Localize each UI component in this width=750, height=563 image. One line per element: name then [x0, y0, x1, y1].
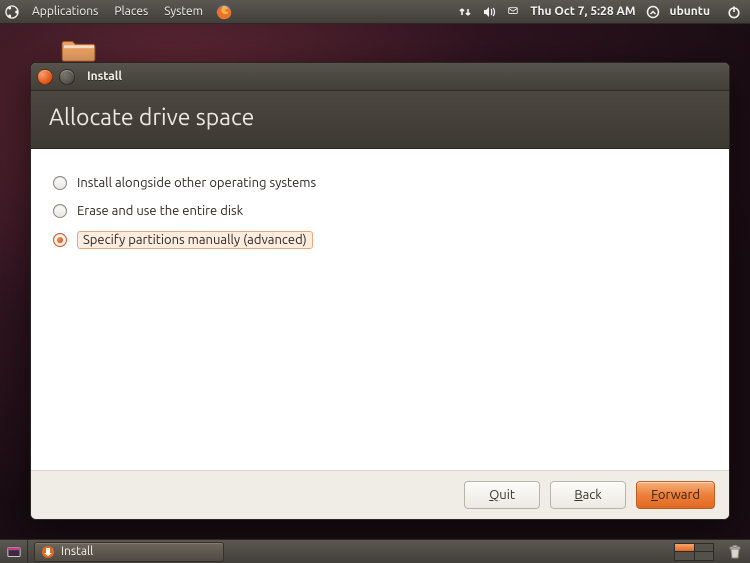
forward-button[interactable]: Forward [636, 481, 715, 509]
page-heading: Allocate drive space [31, 91, 729, 149]
window-titlebar[interactable]: Install [31, 63, 729, 91]
install-window: Install Allocate drive space Install alo… [30, 62, 730, 520]
install-app-icon [41, 545, 55, 559]
radio-icon[interactable] [53, 204, 67, 218]
menu-system[interactable]: System [156, 5, 211, 18]
workspace-switcher[interactable] [674, 543, 714, 561]
radio-icon[interactable] [53, 176, 67, 190]
window-title: Install [81, 70, 122, 83]
top-panel: Applications Places System Thu Oct 7, 5:… [0, 0, 750, 24]
mail-icon[interactable] [506, 5, 520, 19]
option-label: Erase and use the entire disk [77, 203, 243, 219]
session-icon[interactable] [646, 5, 660, 19]
ubuntu-logo-icon[interactable] [0, 0, 24, 24]
workspace-4[interactable] [695, 552, 714, 560]
window-close-button[interactable] [37, 69, 53, 85]
quit-button[interactable]: Quit [464, 481, 540, 509]
volume-icon[interactable] [482, 5, 496, 19]
workspace-1[interactable] [675, 544, 694, 552]
workspace-3[interactable] [675, 552, 694, 560]
taskbar-item-install[interactable]: Install [34, 542, 224, 562]
show-desktop-button[interactable] [0, 540, 28, 563]
clock[interactable]: Thu Oct 7, 5:28 AM [530, 5, 635, 18]
bottom-panel: Install [0, 539, 750, 563]
user-name[interactable]: ubuntu [670, 5, 710, 18]
radio-icon[interactable] [53, 233, 67, 247]
back-button[interactable]: Back [550, 481, 626, 509]
window-minimize-button[interactable] [59, 69, 75, 85]
options-area: Install alongside other operating system… [31, 149, 729, 470]
taskbar-item-label: Install [61, 545, 93, 558]
option-erase-disk[interactable]: Erase and use the entire disk [53, 197, 707, 225]
option-label: Install alongside other operating system… [77, 175, 316, 191]
folder-icon[interactable] [60, 36, 98, 64]
option-label: Specify partitions manually (advanced) [77, 231, 313, 249]
option-install-alongside[interactable]: Install alongside other operating system… [53, 169, 707, 197]
option-manual-partition[interactable]: Specify partitions manually (advanced) [53, 225, 707, 255]
trash-icon[interactable] [724, 541, 746, 563]
power-icon[interactable] [724, 2, 744, 22]
network-icon[interactable] [458, 5, 472, 19]
window-footer: Quit Back Forward [31, 470, 729, 519]
menu-places[interactable]: Places [106, 5, 156, 18]
system-tray: Thu Oct 7, 5:28 AM ubuntu [452, 2, 750, 22]
firefox-icon[interactable] [215, 3, 233, 21]
menu-applications[interactable]: Applications [24, 5, 106, 18]
workspace-2[interactable] [695, 544, 714, 552]
